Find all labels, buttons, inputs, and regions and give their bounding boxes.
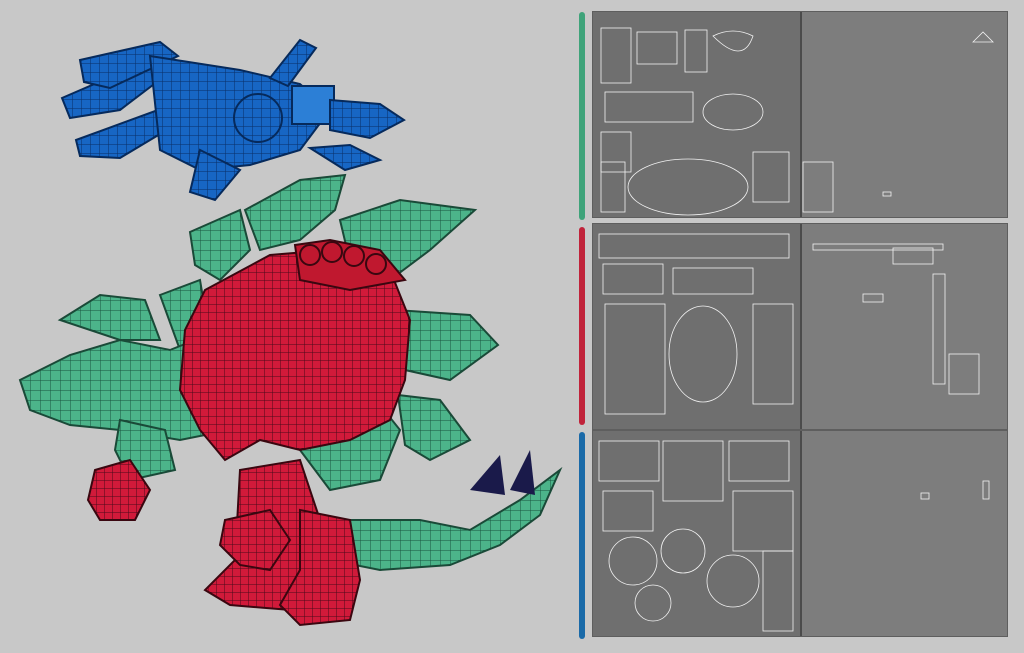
legs-mesh[interactable]	[86, 458, 362, 627]
blue-set-indicator	[579, 432, 585, 639]
model-icon: dinosaur-model-icon	[4, 2, 13, 3]
model-render	[18, 38, 563, 627]
uv-shells-green	[593, 12, 994, 217]
red-set-indicator	[579, 227, 585, 425]
green-set-indicator	[579, 12, 585, 220]
uv-shells-red	[593, 224, 980, 429]
uv-shells-blue	[593, 431, 990, 636]
uv-layout-red[interactable]	[592, 223, 1008, 430]
weapon-mesh[interactable]	[60, 38, 406, 202]
uv-layout-green[interactable]	[592, 11, 1008, 218]
uv-layout-blue[interactable]	[592, 430, 1008, 637]
3d-viewport[interactable]	[0, 0, 580, 653]
